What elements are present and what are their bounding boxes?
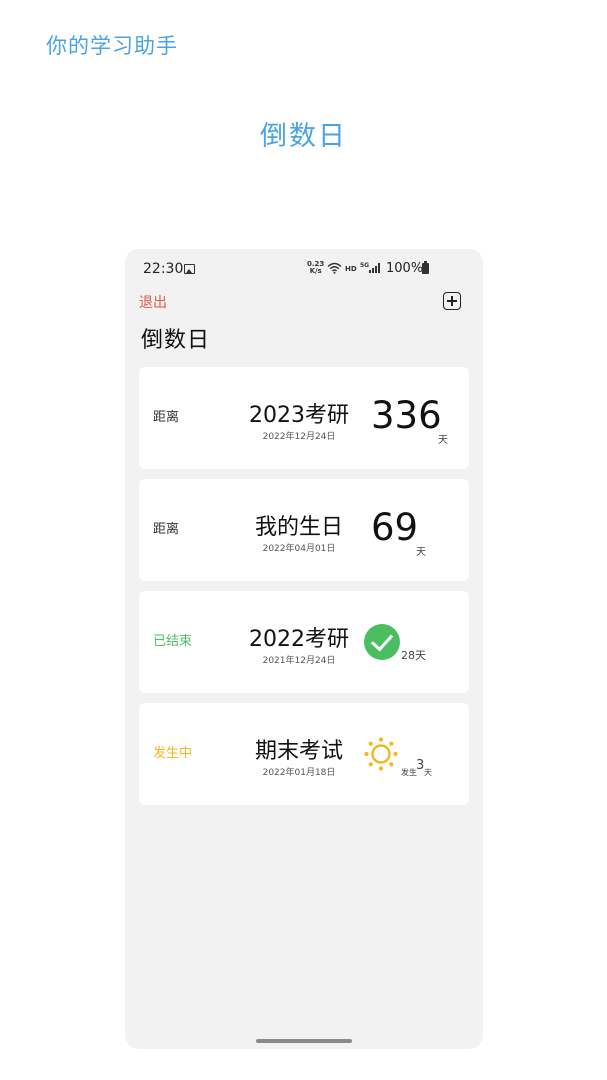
card-unit: 天 [424, 768, 432, 777]
sun-icon [364, 737, 398, 771]
countdown-card-2022-exam[interactable]: 已结束 2022考研 2021年12月24日 28天 [139, 591, 469, 693]
status-bar: 22:30 0.23 K/s HD 5G 100% [125, 249, 483, 289]
network-type-label: 5G [360, 262, 370, 269]
gallery-icon [184, 264, 195, 274]
card-name: 2023考研 [249, 403, 349, 428]
countdown-card-final-exam[interactable]: 发生中 期末考试 2022年01月18日 发生 3 天 [139, 703, 469, 805]
card-status: 已结束 [153, 634, 193, 649]
card-date: 2022年04月01日 [262, 544, 336, 554]
battery-icon [422, 261, 429, 274]
card-status: 距离 [153, 410, 180, 425]
card-count: 336 [371, 394, 442, 437]
app-brand: 你的学习助手 [46, 34, 178, 58]
status-time: 22:30 [143, 261, 184, 277]
countdown-card-birthday[interactable]: 距离 我的生日 2022年04月01日 69 天 [139, 479, 469, 581]
battery-percent: 100% [386, 261, 424, 276]
card-status: 距离 [153, 522, 180, 537]
wifi-icon [327, 262, 342, 274]
add-icon[interactable] [443, 292, 461, 310]
countdown-card-2023-exam[interactable]: 距离 2023考研 2022年12月24日 336 天 [139, 367, 469, 469]
exit-button[interactable]: 退出 [139, 292, 167, 312]
phone-screen: 22:30 0.23 K/s HD 5G 100% 退出 倒数日 距离 2023… [125, 249, 483, 1049]
card-occur-prefix: 发生 [401, 768, 417, 777]
card-ended-days: 28天 [401, 649, 426, 662]
card-date: 2022年12月24日 [262, 432, 336, 442]
page-title: 倒数日 [141, 328, 211, 353]
card-unit: 天 [438, 435, 448, 446]
card-name: 我的生日 [254, 515, 343, 540]
signal-icon [369, 263, 380, 273]
page-headline: 倒数日 [260, 121, 347, 152]
card-unit: 天 [416, 547, 426, 558]
card-status: 发生中 [153, 746, 193, 761]
network-speed-unit: K/s [309, 267, 322, 275]
home-indicator[interactable] [256, 1039, 352, 1043]
check-icon [364, 624, 400, 660]
card-count: 69 [371, 506, 419, 549]
network-speed: 0.23 K/s [307, 261, 324, 275]
hd-label: HD [345, 265, 357, 273]
